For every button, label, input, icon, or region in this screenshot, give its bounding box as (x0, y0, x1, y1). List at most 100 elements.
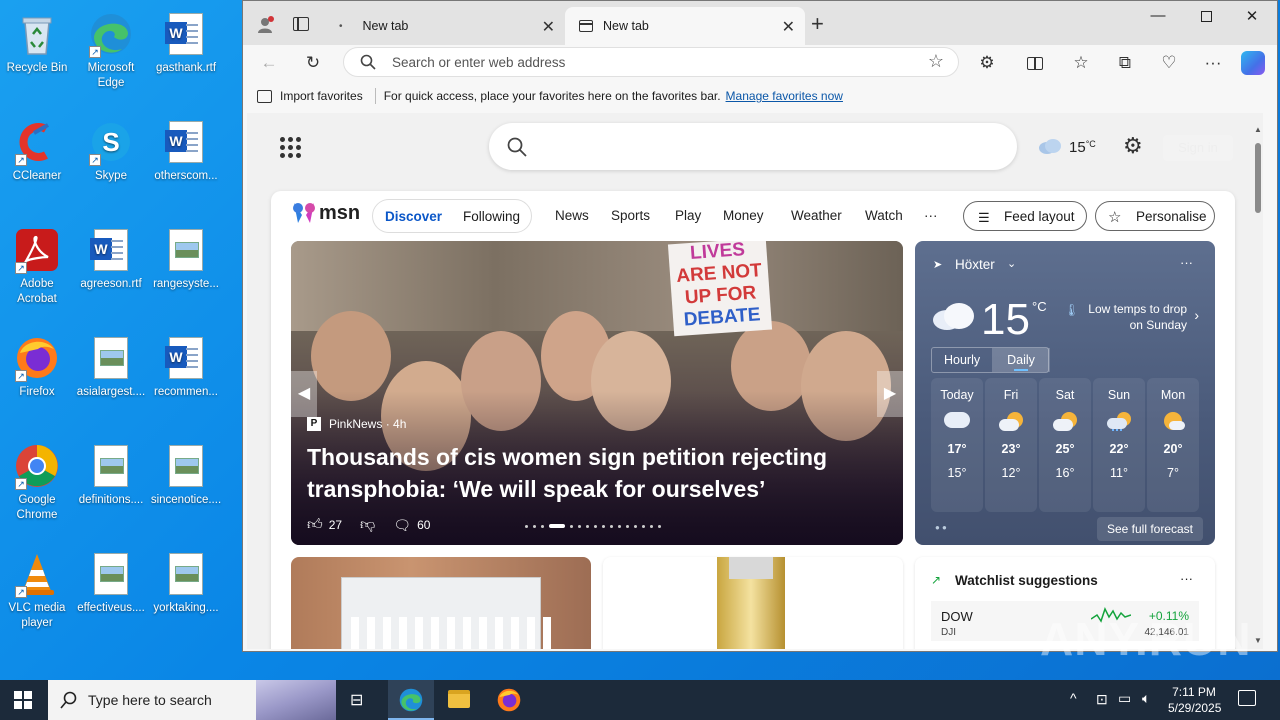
tab-discover[interactable]: Discover (385, 209, 442, 224)
forecast-sun[interactable]: Sun 22° 11° (1093, 378, 1145, 512)
more-menu-icon[interactable]: ··· (1201, 51, 1225, 75)
new-tab-button[interactable]: + (811, 11, 824, 37)
scroll-up-arrow-icon[interactable]: ▲ (1254, 125, 1262, 134)
hero-source[interactable]: P PinkNews · 4h (307, 417, 406, 431)
tab-actions-icon[interactable] (293, 17, 309, 31)
story-card-perfume[interactable] (603, 557, 903, 649)
desktop-icon-rangesyste[interactable]: rangesyste... (149, 220, 223, 292)
settings-gear-icon[interactable]: ⚙ (1123, 133, 1143, 159)
weather-alert[interactable]: Low temps to drop on Sunday (1075, 301, 1187, 333)
manage-favorites-link[interactable]: Manage favorites now (726, 89, 843, 103)
desktop-icon-skype[interactable]: S ↗ Skype (74, 112, 148, 184)
notifications-icon[interactable] (1238, 690, 1256, 706)
collections-icon[interactable]: ⧉ (1113, 51, 1137, 75)
nav-news[interactable]: News (555, 208, 589, 223)
nav-money[interactable]: Money (723, 208, 764, 223)
story-card-ac-unit[interactable] (291, 557, 591, 649)
nav-weather[interactable]: Weather (791, 208, 842, 223)
apps-launcher-icon[interactable] (280, 137, 301, 158)
chevron-down-icon[interactable]: ⌄ (1007, 257, 1016, 270)
weather-more-icon[interactable]: ··· (1180, 255, 1193, 270)
nav-watch[interactable]: Watch (865, 208, 903, 223)
hero-story[interactable]: LIVES ARE NOT UP FOR DEBATE ◀ ▶ P PinkNe… (291, 241, 903, 545)
like-icon[interactable]: 👍︎ (307, 516, 323, 534)
page-scrollbar[interactable]: ▲ ▼ (1253, 125, 1263, 645)
show-hidden-icons-chevron-icon[interactable]: ^ (1070, 690, 1077, 706)
maximize-button[interactable] (1183, 7, 1229, 29)
desktop-icon-gasthank[interactable]: W gasthank.rtf (149, 4, 223, 76)
sign-in-button[interactable]: Sign in (1163, 135, 1233, 161)
toggle-hourly[interactable]: Hourly (944, 353, 980, 367)
hero-headline[interactable]: Thousands of cis women sign petition rej… (307, 441, 867, 505)
forecast-sat[interactable]: Sat 25° 16° (1039, 378, 1091, 512)
comment-icon[interactable]: 🗨︎ (393, 517, 411, 534)
scroll-down-arrow-icon[interactable]: ▼ (1254, 636, 1262, 645)
network-icon[interactable]: ▭ (1118, 690, 1131, 707)
close-window-button[interactable]: ✕ (1229, 7, 1275, 29)
desktop-icon-recommen[interactable]: W recommen... (149, 328, 223, 400)
split-screen-icon[interactable] (1023, 51, 1047, 75)
task-view-icon[interactable]: ⊟ (350, 690, 363, 710)
forecast-today[interactable]: Today 17° 15° (931, 378, 983, 512)
network-status-icon[interactable]: ⊡ (1096, 691, 1108, 708)
taskbar-firefox-icon[interactable] (496, 687, 522, 718)
taskbar-file-explorer-icon[interactable] (448, 690, 470, 708)
forecast-mon[interactable]: Mon 20° 7° (1147, 378, 1199, 512)
toggle-daily[interactable]: Daily (992, 348, 1050, 372)
image-doc-icon (162, 226, 210, 274)
hero-next-button[interactable]: ▶ (877, 371, 903, 417)
hero-prev-button[interactable]: ◀ (291, 371, 317, 417)
desktop-icon-chrome[interactable]: ↗ Google Chrome (0, 436, 74, 523)
nav-play[interactable]: Play (675, 208, 701, 223)
desktop-icon-asialargest[interactable]: asialargest.... (74, 328, 148, 400)
favorite-star-icon[interactable]: ☆ (928, 51, 944, 72)
taskbar-search-box[interactable]: Type here to search (48, 680, 336, 720)
nav-sports[interactable]: Sports (611, 208, 650, 223)
desktop-icon-sincenotice[interactable]: sincenotice.... (149, 436, 223, 508)
tab-new-tab-1[interactable]: • New tab ✕ (325, 7, 565, 45)
desktop-icon-acrobat[interactable]: ↗ Adobe Acrobat (0, 220, 74, 307)
desktop-icon-vlc[interactable]: ↗ VLC media player (0, 544, 74, 631)
nav-more[interactable]: ··· (924, 208, 938, 223)
desktop-icon-ccleaner[interactable]: ↗ CCleaner (0, 112, 74, 184)
desktop-icon-recycle-bin[interactable]: Recycle Bin (0, 4, 74, 76)
forecast-fri[interactable]: Fri 23° 12° (985, 378, 1037, 512)
web-search-box[interactable] (489, 123, 1017, 170)
chevron-right-icon[interactable]: › (1194, 307, 1199, 323)
desktop-icon-otherscom[interactable]: W otherscom... (149, 112, 223, 184)
back-icon[interactable]: ← (257, 51, 281, 75)
extensions-icon[interactable]: ⚙ (975, 51, 999, 75)
weather-card[interactable]: ➤ Höxter ⌄ ··· 15 °C 🌡︎ Low temps to dro… (915, 241, 1215, 545)
favorites-icon[interactable]: ☆ (1069, 51, 1093, 75)
desktop-icon-yorktaking[interactable]: yorktaking.... (149, 544, 223, 616)
import-favorites-button[interactable]: Import favorites (280, 89, 363, 103)
start-windows-icon[interactable] (14, 691, 32, 709)
personalise-button[interactable]: ☆ Personalise (1095, 201, 1215, 231)
desktop-icon-definitions[interactable]: definitions.... (74, 436, 148, 508)
profile-icon[interactable] (255, 15, 275, 35)
address-bar[interactable]: Search or enter web address ☆ (343, 47, 959, 77)
scroll-thumb[interactable] (1255, 143, 1261, 213)
minimize-button[interactable]: — (1135, 7, 1181, 29)
refresh-icon[interactable]: ↻ (301, 51, 325, 75)
weather-chip-temp[interactable]: 15°C (1069, 139, 1096, 156)
copilot-icon[interactable] (1241, 51, 1265, 75)
weather-location[interactable]: Höxter (955, 257, 995, 272)
close-tab-icon[interactable]: ✕ (542, 17, 555, 37)
see-full-forecast-button[interactable]: See full forecast (1096, 517, 1203, 541)
desktop-icon-effectiveus[interactable]: effectiveus.... (74, 544, 148, 616)
close-tab-icon[interactable]: ✕ (782, 17, 795, 37)
tab-new-tab-2[interactable]: New tab ✕ (565, 7, 805, 45)
desktop-icon-firefox[interactable]: ↗ Firefox (0, 328, 74, 400)
performance-icon[interactable]: ♡ (1157, 51, 1181, 75)
dislike-icon[interactable]: 👎︎ (360, 516, 375, 534)
clock[interactable]: 7:11 PM 5/29/2025 (1168, 684, 1221, 716)
desktop-icon-edge[interactable]: ↗ Microsoft Edge (74, 4, 148, 91)
feed-layout-button[interactable]: ☰ Feed layout (963, 201, 1087, 231)
desktop-icon-agreeson[interactable]: W agreeson.rtf (74, 220, 148, 292)
taskbar-edge-icon[interactable] (388, 680, 434, 720)
watchlist-more-icon[interactable]: ··· (1180, 571, 1193, 586)
tab-following[interactable]: Following (463, 209, 520, 224)
msn-logo[interactable]: msn (291, 201, 360, 225)
volume-icon[interactable]: 🔈︎ (1142, 690, 1150, 707)
